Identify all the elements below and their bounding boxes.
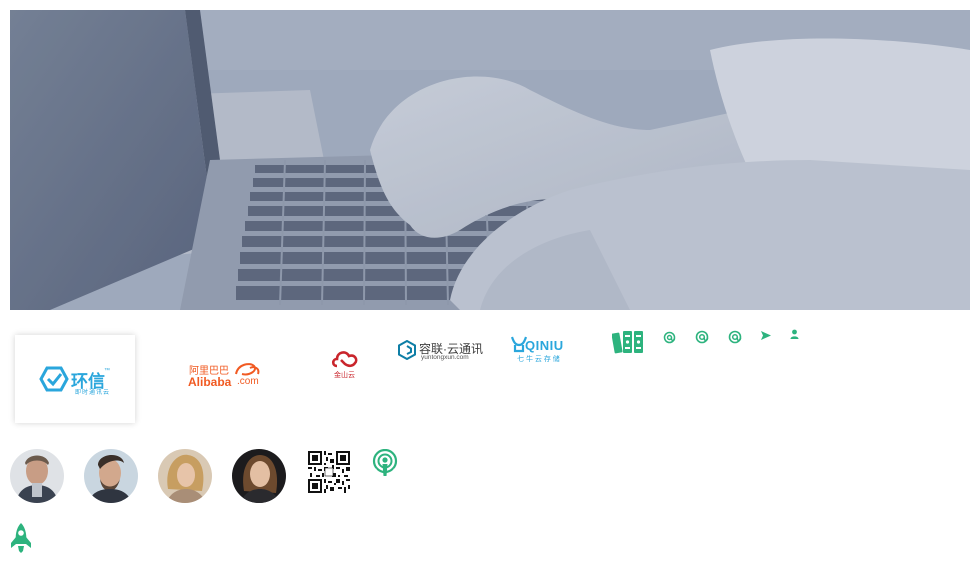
user-icon[interactable] — [790, 329, 799, 339]
avatar-4-photo — [232, 449, 286, 503]
huanxin-logo-icon — [39, 366, 69, 392]
huanxin-tm: ™ — [104, 368, 110, 374]
avatar-2-photo — [84, 449, 138, 503]
ronglian-domain: yuntongxun.com — [421, 354, 469, 361]
alibaba-logo[interactable]: 阿里巴巴 Alibaba .com — [188, 362, 268, 390]
avatar-1[interactable] — [10, 449, 64, 503]
avatar-2[interactable] — [84, 449, 138, 503]
avatar-3-photo — [158, 449, 212, 503]
books-icon[interactable] — [612, 329, 644, 355]
alibaba-swoosh-icon — [235, 363, 260, 376]
qiniu-name: QINIU — [525, 338, 564, 353]
rocket-icon[interactable] — [9, 522, 33, 554]
huanxin-tagline: 即时通讯云 — [75, 390, 111, 396]
kingsoft-cloud-icon — [331, 351, 358, 368]
ronglian-logo[interactable]: 容联·云通讯 yuntongxun.com — [398, 340, 488, 364]
send-icon[interactable] — [760, 330, 772, 341]
hero-banner — [10, 10, 970, 310]
at-icon-3[interactable] — [728, 330, 742, 344]
qr-code-icon[interactable] — [308, 451, 350, 493]
kingsoft-cloud-logo[interactable]: 金山云 — [331, 349, 359, 381]
at-icon-1[interactable] — [663, 331, 676, 344]
ronglian-hex-icon — [398, 340, 416, 360]
kingsoft-name: 金山云 — [334, 372, 355, 379]
avatar-3[interactable] — [158, 449, 212, 503]
at-icon-2[interactable] — [695, 330, 709, 344]
avatar-1-photo — [10, 449, 64, 503]
qiniu-cn: 七 牛 云 存 储 — [517, 356, 560, 363]
alibaba-en: Alibaba — [188, 375, 232, 389]
laptop-typing-image — [10, 10, 970, 310]
qiniu-logo[interactable]: QINIU 七 牛 云 存 储 — [511, 335, 579, 365]
huanxin-logo-card[interactable]: 环信 ™ 即时通讯云 — [15, 335, 135, 423]
avatar-4[interactable] — [232, 449, 286, 503]
podcast-icon[interactable] — [371, 449, 399, 477]
